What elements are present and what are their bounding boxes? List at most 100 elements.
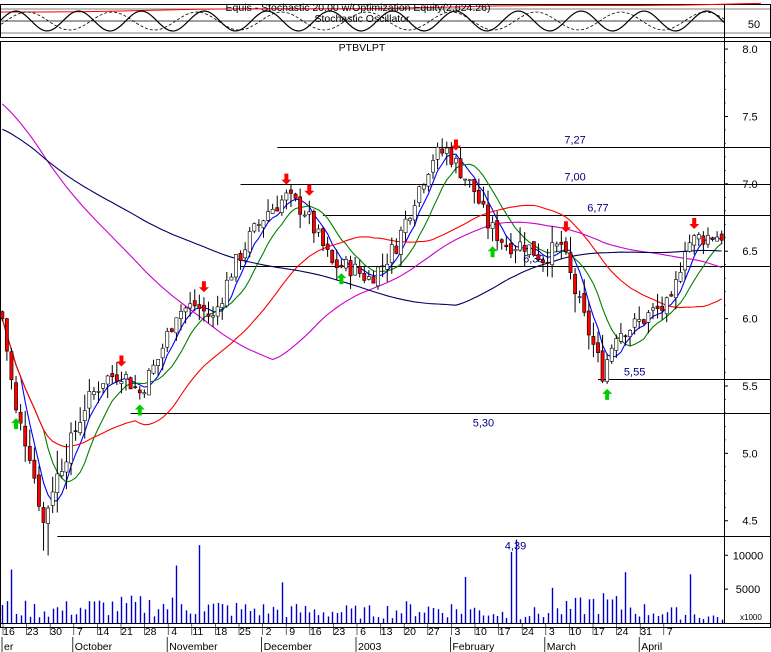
candle-body <box>353 263 358 276</box>
candle-body <box>417 186 422 203</box>
date-tick-label: 4 <box>171 626 177 638</box>
candle-body <box>133 386 138 388</box>
candle-body <box>92 391 96 395</box>
candle-body <box>174 317 179 334</box>
candle-body <box>504 244 509 248</box>
level-label-6: 4,39 <box>505 541 526 553</box>
level-label-1: 7,00 <box>564 172 585 184</box>
candle-body <box>527 244 532 256</box>
candle-body <box>321 228 325 246</box>
candle-body <box>582 293 587 313</box>
level-label-2: 6,77 <box>587 203 608 215</box>
candle-body <box>169 328 174 332</box>
candle-body <box>119 381 124 384</box>
month-label: February <box>452 641 495 652</box>
candle-body <box>247 231 252 253</box>
candle-body <box>188 303 193 309</box>
candle-body <box>463 178 468 181</box>
candle-body <box>403 218 408 233</box>
candle-body <box>385 263 390 270</box>
candle-body <box>261 220 266 229</box>
candle-body <box>325 243 330 250</box>
candle-body <box>293 193 298 199</box>
candle-body <box>664 297 669 315</box>
month-label: November <box>169 641 218 652</box>
candle-body <box>660 305 665 311</box>
candle-body <box>559 241 564 245</box>
candle-body <box>655 305 660 310</box>
candle-body <box>605 359 610 382</box>
chart-frames <box>0 4 771 628</box>
price-tick-label: 5.0 <box>742 448 757 460</box>
candle-body <box>275 207 280 212</box>
candle-body <box>87 391 92 409</box>
candle-body <box>330 250 335 263</box>
level-label-0: 7,27 <box>564 135 585 147</box>
candle-body <box>348 260 353 277</box>
ma-line-30 <box>1 204 722 448</box>
candle-body <box>412 205 417 221</box>
candle-body <box>156 359 160 366</box>
date-tick-label: 10 <box>475 626 487 638</box>
price-chart[interactable]: 7,277,006,776,395,555,304,39 8.07.57.06.… <box>0 0 771 652</box>
candle-body <box>458 158 463 179</box>
sell-signal-arrow <box>560 221 571 233</box>
date-tick-label: 2 <box>266 626 272 638</box>
candle-body <box>421 184 426 190</box>
candle-body <box>715 236 720 242</box>
ma-line-5 <box>1 153 722 503</box>
candle-body <box>646 312 651 323</box>
candle-body <box>9 351 14 381</box>
date-tick-label: 3 <box>454 626 460 638</box>
candle-body <box>678 272 683 282</box>
candle-body <box>64 461 69 473</box>
candle-body <box>376 266 380 287</box>
price-tick-label: 4.5 <box>742 516 757 528</box>
candle-body <box>706 235 710 245</box>
candle-body <box>577 296 582 298</box>
date-tick-label: 20 <box>404 626 416 638</box>
candle-body <box>234 254 238 278</box>
candle-body <box>344 259 348 269</box>
candle-body <box>632 318 637 328</box>
month-label: er <box>4 641 14 652</box>
candle-body <box>641 319 646 324</box>
date-tick-label: 17 <box>499 626 511 638</box>
candle-body <box>509 243 513 255</box>
date-tick-label: 30 <box>50 626 62 638</box>
candle-body <box>128 377 133 390</box>
candle-body <box>673 279 678 298</box>
date-tick-label: 14 <box>98 626 110 638</box>
candle-body <box>444 147 449 154</box>
sell-signal-arrow <box>304 184 315 196</box>
volume-tick-label: 10000 <box>733 550 764 562</box>
candle-body <box>472 178 477 192</box>
candle-body <box>46 507 51 524</box>
candle-body <box>243 249 248 259</box>
candle-body <box>151 364 156 374</box>
candle-body <box>192 300 197 307</box>
candle-body <box>307 211 312 215</box>
date-tick-label: 10 <box>570 626 582 638</box>
candle-body <box>426 174 431 187</box>
candle-body <box>202 304 206 312</box>
candle-body <box>490 222 495 229</box>
candle-body <box>486 204 490 229</box>
candle-body <box>179 311 183 319</box>
candle-body <box>389 244 394 263</box>
candle-body <box>73 430 78 433</box>
candle-body <box>371 276 376 284</box>
candle-body <box>586 310 591 336</box>
date-tick-label: 7 <box>667 626 673 638</box>
candle-body <box>637 319 642 322</box>
ma-line-100 <box>2 128 722 306</box>
date-tick-label: 6 <box>360 626 366 638</box>
candle-body <box>591 336 596 345</box>
candle-body <box>14 382 18 411</box>
buy-signal-arrow <box>487 246 498 258</box>
candle-body <box>550 242 555 266</box>
candle-body <box>536 254 541 261</box>
date-tick-label: 31 <box>640 626 652 638</box>
candle-body <box>334 259 339 268</box>
candle-body <box>541 259 545 263</box>
